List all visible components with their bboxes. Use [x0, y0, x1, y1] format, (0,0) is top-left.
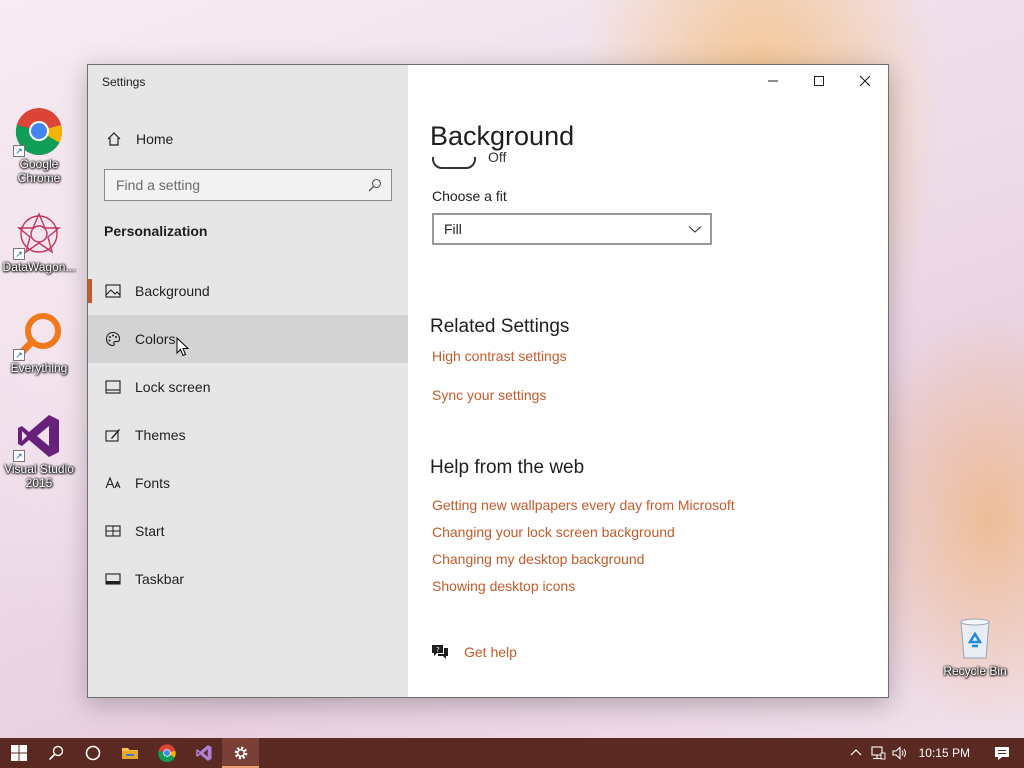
toggle-track: [432, 157, 476, 169]
high-contrast-link[interactable]: High contrast settings: [432, 348, 567, 364]
desktop-icon-datawagon[interactable]: ↗ DataWagon...: [1, 210, 77, 274]
sidebar-item-themes[interactable]: Themes: [88, 411, 408, 459]
sync-settings-link[interactable]: Sync your settings: [432, 387, 546, 403]
chrome-icon: ↗: [13, 107, 63, 157]
action-center-button[interactable]: [980, 738, 1024, 768]
taskbar-clock[interactable]: 10:15 PM: [919, 746, 970, 760]
themes-icon: [105, 427, 121, 443]
sidebar-item-label: Background: [135, 283, 210, 299]
settings-window: Settings Home Find a setting Personaliza…: [87, 64, 889, 698]
help-link[interactable]: Changing my desktop background: [432, 551, 644, 567]
volume-button[interactable]: [889, 738, 911, 768]
chevron-down-icon: [688, 222, 702, 236]
windows-logo-icon: [10, 745, 27, 761]
sidebar-item-label: Colors: [135, 331, 176, 347]
main-content: Background Off Choose a fit Fill Related…: [408, 65, 888, 697]
sidebar-item-background[interactable]: Background: [88, 267, 408, 315]
start-button[interactable]: [0, 738, 37, 768]
desktop-icon-label: DataWagon...: [2, 260, 76, 274]
sidebar-item-label: Fonts: [135, 475, 171, 491]
mouse-cursor-icon: [176, 337, 189, 357]
desktop-icon-visual-studio[interactable]: ↗ Visual Studio 2015: [1, 412, 77, 490]
datawagon-icon: ↗: [13, 210, 63, 260]
search-icon[interactable]: [368, 178, 382, 192]
notification-icon: [994, 745, 1010, 761]
sidebar-item-colors[interactable]: Colors: [88, 315, 408, 363]
sidebar-item-label: Lock screen: [135, 379, 211, 395]
show-hidden-icons-button[interactable]: [845, 738, 867, 768]
home-label: Home: [136, 131, 174, 147]
recycle-bin-icon: [951, 614, 999, 662]
chrome-icon: [157, 744, 176, 762]
desktop-icon-label: Everything: [10, 361, 68, 375]
sidebar-item-label: Themes: [135, 427, 186, 443]
home-icon: [106, 131, 122, 147]
desktop-icon-recycle-bin[interactable]: Recycle Bin: [937, 614, 1013, 678]
visual-studio-icon: [195, 744, 213, 762]
window-title: Settings: [102, 75, 146, 89]
gear-icon: [233, 745, 249, 761]
get-help-button[interactable]: ? Get help: [430, 642, 517, 662]
search-icon: [48, 745, 64, 761]
related-settings-heading: Related Settings: [430, 316, 570, 337]
lock-screen-icon: [105, 379, 121, 395]
start-icon: [105, 523, 121, 539]
svg-text:?: ?: [436, 646, 440, 654]
help-link[interactable]: Showing desktop icons: [432, 578, 575, 594]
help-link[interactable]: Getting new wallpapers every day from Mi…: [432, 497, 735, 513]
network-button[interactable]: [867, 738, 889, 768]
desktop-icon-label: Visual Studio 2015: [4, 462, 74, 490]
sidebar: Settings Home Find a setting Personaliza…: [88, 65, 408, 697]
desktop-icon-chrome[interactable]: ↗ Google Chrome: [1, 107, 77, 185]
palette-icon: [105, 331, 121, 347]
sidebar-item-label: Taskbar: [135, 571, 185, 587]
toggle-switch[interactable]: [432, 157, 476, 169]
taskbar-file-explorer[interactable]: [111, 738, 148, 768]
taskbar-chrome[interactable]: [148, 738, 185, 768]
sidebar-item-start[interactable]: Start: [88, 507, 408, 555]
visual-studio-icon: ↗: [13, 412, 63, 462]
picture-icon: [105, 283, 121, 299]
page-title: Background: [430, 121, 575, 151]
get-help-label: Get help: [464, 644, 517, 660]
desktop-icon-label: Google Chrome: [17, 157, 61, 185]
chat-help-icon: ?: [430, 642, 450, 662]
everything-search-icon: ↗: [13, 311, 63, 361]
cortana-circle-icon: [85, 745, 101, 761]
taskbar-settings[interactable]: [222, 738, 259, 768]
system-tray: 10:15 PM: [845, 738, 1024, 768]
sidebar-item-fonts[interactable]: Fonts: [88, 459, 408, 507]
help-link[interactable]: Changing your lock screen background: [432, 524, 675, 540]
chevron-up-icon: [850, 747, 862, 759]
speaker-icon: [892, 746, 908, 760]
search-input[interactable]: Find a setting: [104, 169, 392, 201]
home-button[interactable]: Home: [88, 123, 408, 155]
search-button[interactable]: [37, 738, 74, 768]
sidebar-item-label: Start: [135, 523, 165, 539]
desktop-icon-everything[interactable]: ↗ Everything: [1, 311, 77, 375]
folder-icon: [121, 745, 139, 761]
fit-dropdown-value: Fill: [444, 221, 462, 237]
fit-dropdown[interactable]: Fill: [432, 213, 712, 245]
sidebar-item-lock-screen[interactable]: Lock screen: [88, 363, 408, 411]
taskbar: 10:15 PM: [0, 738, 1024, 768]
help-heading: Help from the web: [430, 457, 585, 478]
cortana-button[interactable]: [74, 738, 111, 768]
toggle-state-label: Off: [488, 150, 507, 162]
taskbar-visual-studio[interactable]: [185, 738, 222, 768]
section-title: Personalization: [104, 223, 208, 239]
taskbar-icon: [105, 571, 121, 587]
sidebar-item-taskbar[interactable]: Taskbar: [88, 555, 408, 603]
fonts-icon: [105, 475, 121, 491]
desktop-icon-label: Recycle Bin: [943, 664, 1007, 678]
choose-fit-label: Choose a fit: [432, 188, 507, 204]
network-icon: [870, 746, 886, 760]
search-placeholder: Find a setting: [116, 177, 201, 193]
